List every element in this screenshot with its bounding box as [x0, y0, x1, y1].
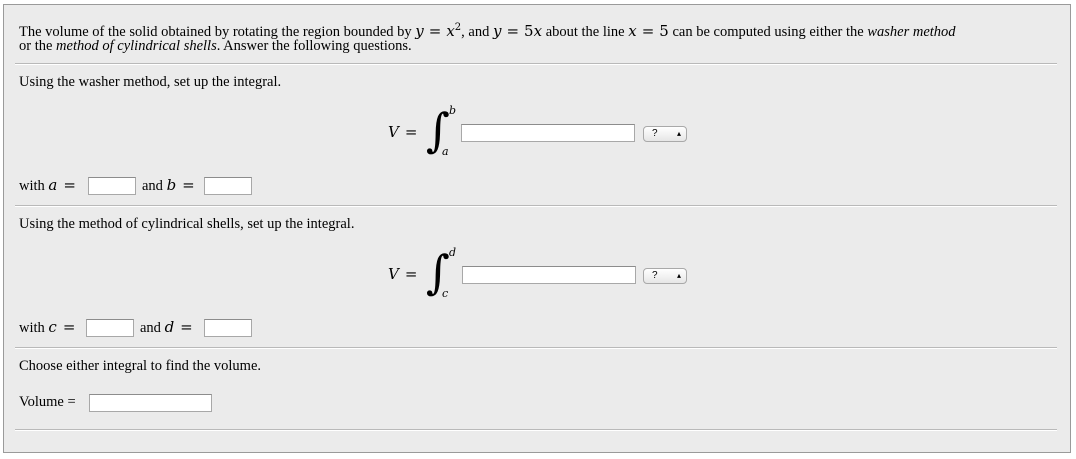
washer-with-a: with a = [19, 176, 76, 195]
c-input[interactable] [86, 319, 134, 337]
var-a: a [48, 176, 58, 194]
equals-c: = [62, 318, 76, 336]
math-y: y [415, 21, 424, 40]
washer-lower-limit: a [442, 145, 449, 158]
equals-b: = [182, 176, 195, 194]
with-label: with [19, 178, 49, 194]
math-y-2: y [492, 21, 502, 40]
shells-lower-limit: c [442, 287, 449, 300]
volume-label: Volume = [19, 394, 76, 410]
shells-upper-limit: d [449, 246, 457, 259]
b-input[interactable] [204, 177, 252, 195]
math-x-2: x [533, 21, 543, 40]
shells-with-c: with c = [19, 318, 75, 337]
washer-integrand-input[interactable] [461, 124, 635, 142]
select-value-2: ? [652, 270, 658, 281]
washer-heading: Using the washer method, set up the inte… [19, 74, 282, 90]
a-input[interactable] [88, 177, 136, 195]
shells-method-term: method of cylindrical shells [56, 38, 217, 54]
math-equals-3: = [641, 21, 655, 40]
washer-variable-select[interactable]: ? ▴ [643, 126, 687, 142]
final-heading: Choose either integral to find the volum… [19, 358, 262, 374]
var-d: d [164, 318, 175, 336]
volume-symbol-2: V [388, 265, 399, 283]
math-five-2: 5 [659, 21, 669, 40]
math-x-3: x [628, 21, 637, 40]
divider-1 [15, 63, 1057, 65]
shells-variable-select[interactable]: ? ▴ [643, 268, 687, 284]
intro-text-or: or the [19, 38, 57, 54]
shells-volume-eq: V = [388, 265, 417, 284]
intro-line-2: or the method of cylindrical shells. Ans… [19, 37, 412, 55]
intro-text-answer: . Answer the following questions. [216, 38, 412, 54]
up-down-arrows-icon: ▴ [676, 129, 681, 138]
shells-integrand-input[interactable] [462, 266, 636, 284]
math-equals: = [428, 21, 442, 40]
washer-method-term: washer method [867, 23, 956, 40]
volume-input[interactable] [89, 394, 212, 412]
var-b: b [166, 176, 177, 194]
d-input[interactable] [204, 319, 252, 337]
divider-4 [15, 429, 1057, 431]
volume-symbol: V [388, 123, 399, 141]
washer-and-b: and b = [142, 176, 195, 195]
shells-and-d: and d = [140, 318, 193, 337]
shells-heading: Using the method of cylindrical shells, … [19, 216, 355, 232]
equals-d: = [180, 318, 193, 336]
math-five: 5 [524, 21, 534, 40]
equals-sign-2: = [404, 265, 418, 283]
intro-text-and: , and [461, 23, 493, 40]
divider-3 [15, 347, 1057, 349]
intro-text-either: can be computed using either the [668, 23, 868, 40]
divider-2 [15, 205, 1057, 207]
math-equals-2: = [506, 21, 520, 40]
math-x: x [446, 21, 455, 40]
equals-a: = [63, 176, 76, 194]
and-label: and [142, 178, 167, 194]
and-label-2: and [140, 320, 165, 336]
var-c: c [48, 318, 57, 336]
with-label-2: with [19, 320, 49, 336]
select-value: ? [652, 128, 658, 139]
washer-volume-eq: V = [388, 123, 417, 142]
up-down-arrows-icon: ▴ [676, 271, 681, 280]
equals-sign: = [404, 123, 418, 141]
intro-text-line: about the line [542, 23, 629, 40]
washer-upper-limit: b [449, 104, 457, 117]
